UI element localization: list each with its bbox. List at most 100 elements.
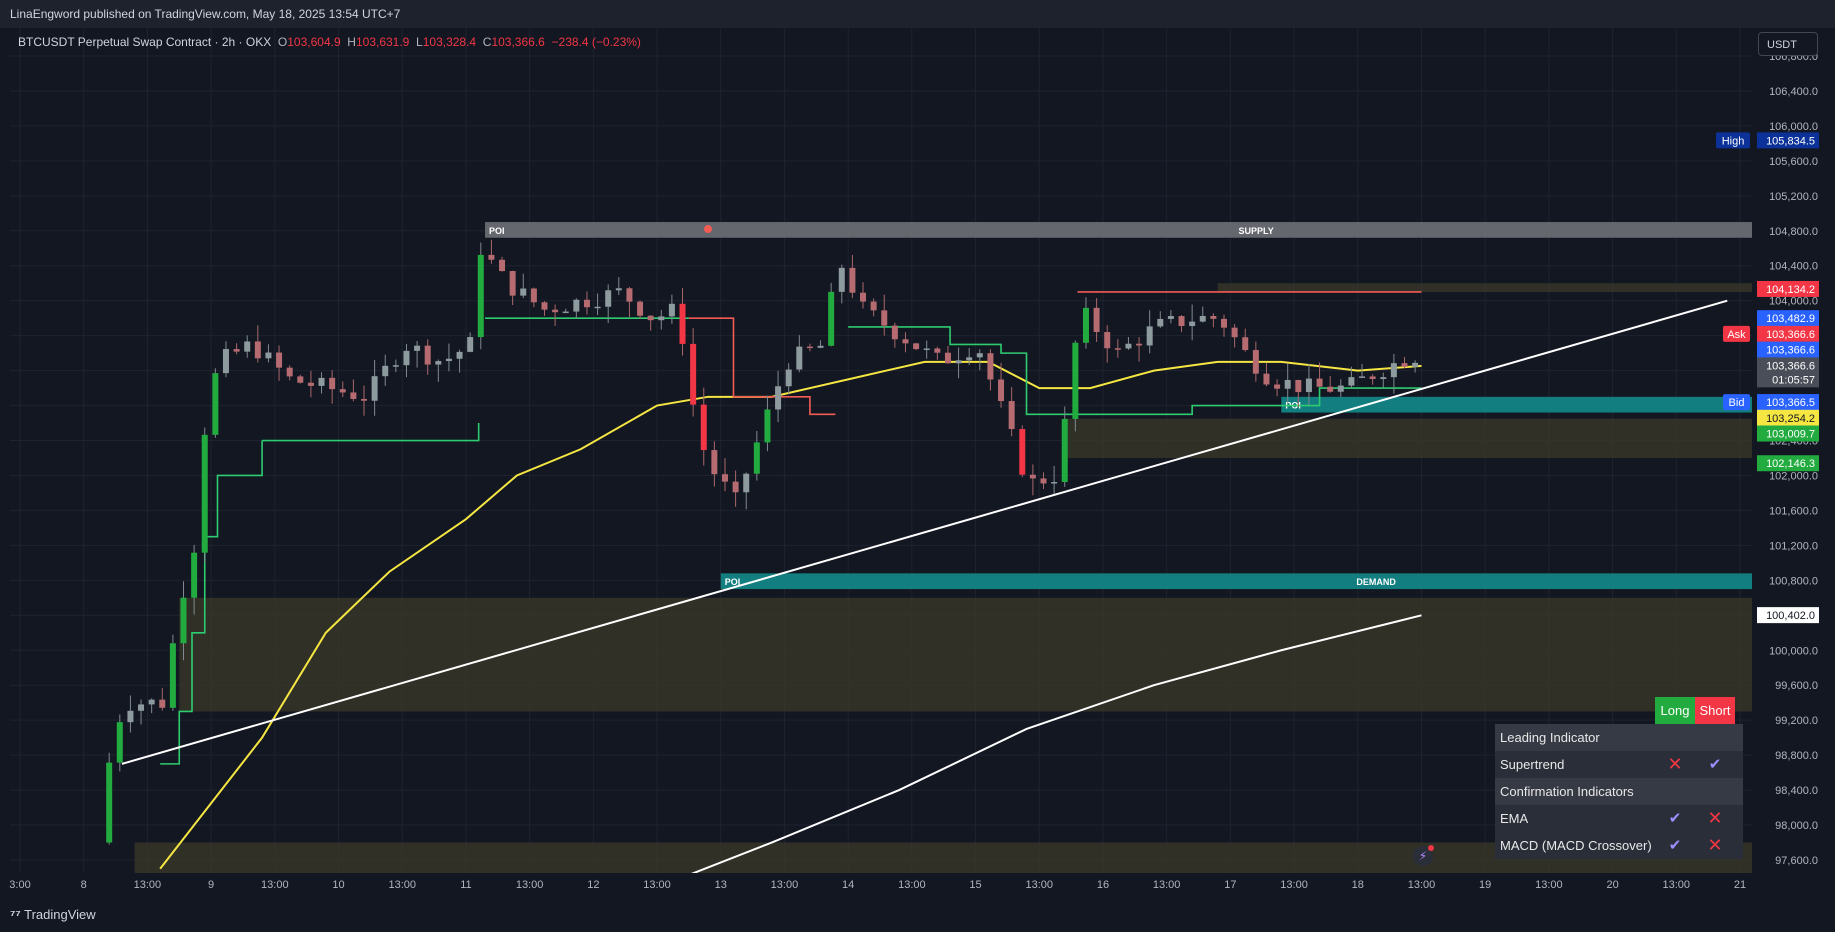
candle-body bbox=[594, 306, 601, 309]
currency-selector[interactable]: USDT bbox=[1758, 32, 1818, 56]
candle-body bbox=[254, 341, 261, 359]
candle-body bbox=[562, 311, 569, 314]
zone-rect bbox=[1217, 283, 1752, 292]
candle-body bbox=[1401, 363, 1408, 367]
candle-body bbox=[222, 349, 229, 374]
candle-body bbox=[891, 325, 898, 340]
x-tick-label: 8 bbox=[81, 879, 87, 891]
candle-body bbox=[849, 267, 856, 293]
candle-body bbox=[668, 303, 675, 317]
candle-body bbox=[116, 722, 123, 763]
candle-body bbox=[647, 315, 654, 321]
price-label-text: 104,134.2 bbox=[1766, 284, 1815, 296]
signal-row-macd: MACD (MACD Crossover) ✔ ✕ bbox=[1495, 832, 1743, 859]
check-glyph: ✔ bbox=[1668, 837, 1682, 854]
candle-body bbox=[1051, 482, 1058, 484]
y-tick-label: 104,400.0 bbox=[1769, 261, 1818, 273]
high-label: H bbox=[347, 35, 356, 49]
candle-body bbox=[934, 348, 941, 353]
zone-rect bbox=[179, 597, 1752, 712]
x-tick-label: 13:00 bbox=[134, 879, 162, 891]
candle-body bbox=[764, 409, 771, 443]
x-icon: ✕ bbox=[1695, 832, 1735, 859]
candle-body bbox=[690, 343, 697, 405]
signal-row-ema: EMA ✔ ✕ bbox=[1495, 805, 1743, 832]
candle-body bbox=[318, 377, 325, 386]
candle-body bbox=[445, 358, 452, 362]
candle-body bbox=[1189, 321, 1196, 327]
candle-body bbox=[127, 710, 134, 723]
candle-body bbox=[1380, 377, 1387, 380]
y-tick-label: 98,000.0 bbox=[1775, 820, 1818, 832]
candle-body bbox=[987, 353, 994, 380]
candle-body bbox=[637, 301, 644, 316]
x-glyph: ✕ bbox=[1707, 808, 1723, 828]
candle-body bbox=[732, 481, 739, 493]
y-tick-label: 101,200.0 bbox=[1769, 540, 1818, 552]
candle-body bbox=[1093, 307, 1100, 333]
candle-body bbox=[1274, 384, 1281, 389]
candle-body bbox=[1167, 316, 1174, 319]
candle-body bbox=[817, 345, 824, 348]
zone-rect bbox=[1281, 396, 1752, 413]
candle-body bbox=[424, 345, 431, 365]
x-tick-label: 12 bbox=[587, 879, 599, 891]
candle-body bbox=[1242, 337, 1249, 351]
candle-body bbox=[605, 290, 612, 307]
signal-row-name: EMA bbox=[1500, 811, 1529, 826]
zone-tag: POI bbox=[489, 226, 505, 236]
candle-body bbox=[467, 337, 474, 352]
x-tick-label: 13:00 bbox=[261, 879, 289, 891]
candle-body bbox=[1008, 401, 1015, 430]
candle-body bbox=[721, 474, 728, 482]
tradingview-logo-icon[interactable]: ⁷⁷ bbox=[0, 907, 21, 922]
y-tick-label: 104,000.0 bbox=[1769, 296, 1818, 308]
candle-body bbox=[902, 339, 909, 344]
lightning-icon[interactable]: ⚡ bbox=[1413, 845, 1434, 866]
x-tick-label: 13:00 bbox=[1153, 879, 1181, 891]
candle-body bbox=[1263, 373, 1270, 385]
candle-body bbox=[148, 699, 155, 705]
candle-body bbox=[615, 288, 622, 291]
candle-body bbox=[944, 352, 951, 364]
notification-dot bbox=[1428, 845, 1434, 851]
x-tick-label: 13:00 bbox=[1408, 879, 1436, 891]
candle-body bbox=[1252, 350, 1259, 374]
candle-body bbox=[796, 346, 803, 370]
x-tick-label: 13:00 bbox=[1535, 879, 1563, 891]
candle-body bbox=[297, 376, 304, 383]
y-tick-label: 106,000.0 bbox=[1769, 121, 1818, 133]
candle-body bbox=[1210, 315, 1217, 319]
candle-body bbox=[583, 299, 590, 308]
y-tick-label: 104,800.0 bbox=[1769, 226, 1818, 238]
candle-body bbox=[1295, 379, 1302, 393]
price-label-text: 103,366.6 bbox=[1766, 345, 1815, 357]
footer-bar: ⁷⁷ TradingView bbox=[0, 898, 1835, 932]
candle-body bbox=[573, 299, 580, 312]
open-value: 103,604.9 bbox=[287, 35, 341, 49]
y-tick-label: 102,000.0 bbox=[1769, 470, 1818, 482]
y-tick-label: 98,800.0 bbox=[1775, 750, 1818, 762]
candle-body bbox=[1369, 376, 1376, 380]
candle-body bbox=[1390, 363, 1397, 378]
candle-body bbox=[658, 316, 665, 321]
candle-body bbox=[499, 259, 506, 272]
candle-body bbox=[212, 373, 219, 435]
candle-body bbox=[1136, 343, 1143, 346]
x-tick-label: 13:00 bbox=[898, 879, 926, 891]
candle-body bbox=[329, 377, 336, 390]
candle-body bbox=[276, 352, 283, 368]
y-tick-label: 98,400.0 bbox=[1775, 785, 1818, 797]
candle-body bbox=[244, 341, 251, 352]
candle-body bbox=[1019, 429, 1026, 475]
brand-label: TradingView bbox=[24, 907, 96, 922]
x-tick-label: 14 bbox=[842, 879, 854, 891]
candle-body bbox=[806, 346, 813, 349]
candle-body bbox=[392, 365, 399, 367]
candle-body bbox=[679, 303, 686, 344]
candle-body bbox=[382, 365, 389, 377]
candle-body bbox=[1412, 362, 1419, 367]
candle-body bbox=[626, 288, 633, 302]
x-tick-label: 13:00 bbox=[388, 879, 416, 891]
candle-body bbox=[520, 288, 527, 296]
